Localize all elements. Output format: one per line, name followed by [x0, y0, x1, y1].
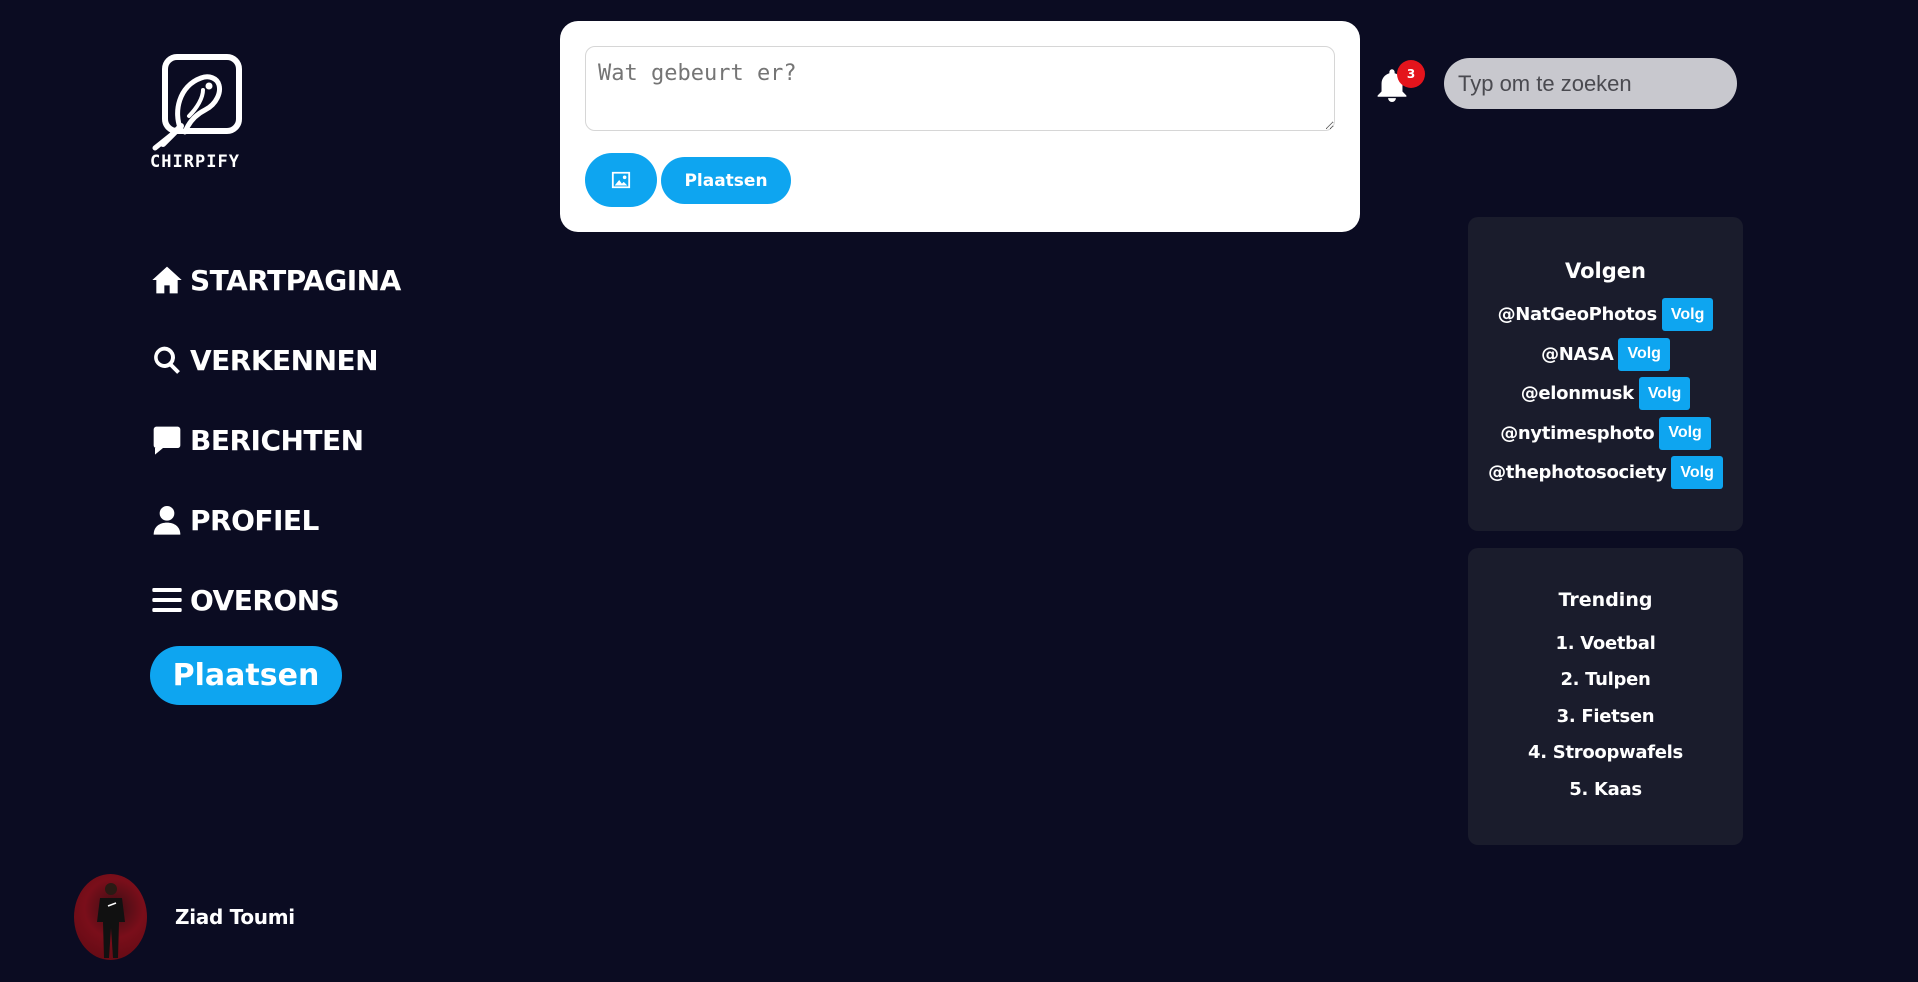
menu-icon [150, 583, 184, 617]
account-handle[interactable]: @NatGeoPhotos [1498, 304, 1658, 325]
nav-item-berichten[interactable]: BERICHTEN [150, 400, 401, 480]
nav-item-label: VERKENNEN [190, 343, 379, 377]
home-icon [150, 263, 184, 297]
nav-item-startpagina[interactable]: STARTPAGINA [150, 240, 401, 320]
nav-item-label: BERICHTEN [190, 423, 364, 457]
sidebar-post-button[interactable]: Plaatsen [150, 646, 342, 705]
user-name: Ziad Toumi [175, 905, 295, 929]
add-image-button[interactable] [585, 153, 657, 207]
nav-item-verkennen[interactable]: VERKENNEN [150, 320, 401, 400]
user-icon [150, 503, 184, 537]
trending-item[interactable]: 3. Fietsen [1557, 698, 1655, 735]
follow-suggestion: @NatGeoPhotos Volg [1498, 295, 1714, 335]
main-nav: STARTPAGINA VERKENNEN BERICHTEN PROFIEL … [150, 240, 401, 640]
person-photo-icon [97, 883, 125, 958]
follow-button[interactable]: Volg [1671, 456, 1723, 490]
follow-suggestions-panel: Volgen @NatGeoPhotos Volg @NASA Volg @el… [1468, 217, 1743, 531]
nav-item-profiel[interactable]: PROFIEL [150, 480, 401, 560]
follow-suggestion: @nytimesphoto Volg [1500, 414, 1711, 454]
follow-button[interactable]: Volg [1659, 416, 1711, 450]
follow-suggestion: @elonmusk Volg [1521, 374, 1691, 414]
account-handle[interactable]: @thephotosociety [1488, 462, 1667, 483]
trending-panel: Trending 1. Voetbal 2. Tulpen 3. Fietsen… [1468, 548, 1743, 845]
account-handle[interactable]: @nytimesphoto [1500, 423, 1654, 444]
account-handle[interactable]: @elonmusk [1521, 383, 1634, 404]
post-composer: Plaatsen [560, 21, 1360, 232]
brand-logo[interactable]: CHIRPIFY [140, 52, 250, 172]
avatar [74, 874, 147, 960]
search-input[interactable] [1458, 70, 1746, 97]
trending-item[interactable]: 1. Voetbal [1556, 625, 1656, 662]
follow-button[interactable]: Volg [1661, 298, 1714, 332]
nav-item-label: OVERONS [190, 583, 340, 617]
follow-button[interactable]: Volg [1618, 337, 1670, 371]
user-profile[interactable]: Ziad Toumi [74, 874, 295, 960]
search-icon [150, 343, 184, 377]
follow-panel-title: Volgen [1565, 259, 1646, 283]
nav-item-overons[interactable]: OVERONS [150, 560, 401, 640]
brand-name: CHIRPIFY [150, 152, 240, 172]
trending-item[interactable]: 5. Kaas [1569, 771, 1642, 808]
follow-button[interactable]: Volg [1638, 377, 1691, 411]
trending-item[interactable]: 4. Stroopwafels [1528, 735, 1683, 772]
message-icon [150, 423, 184, 457]
nav-item-label: STARTPAGINA [190, 263, 401, 297]
nav-item-label: PROFIEL [190, 503, 319, 537]
search-bar [1444, 58, 1746, 109]
follow-suggestion: @thephotosociety Volg [1488, 453, 1723, 493]
trending-item[interactable]: 2. Tulpen [1560, 662, 1650, 699]
post-button[interactable]: Plaatsen [661, 157, 791, 204]
image-icon [611, 171, 631, 189]
bird-logo-icon [152, 54, 242, 151]
trending-panel-title: Trending [1558, 589, 1653, 611]
notification-count-badge: 3 [1397, 60, 1425, 88]
post-input[interactable] [585, 46, 1335, 131]
follow-suggestion: @NASA Volg [1541, 335, 1670, 375]
account-handle[interactable]: @NASA [1541, 344, 1614, 365]
